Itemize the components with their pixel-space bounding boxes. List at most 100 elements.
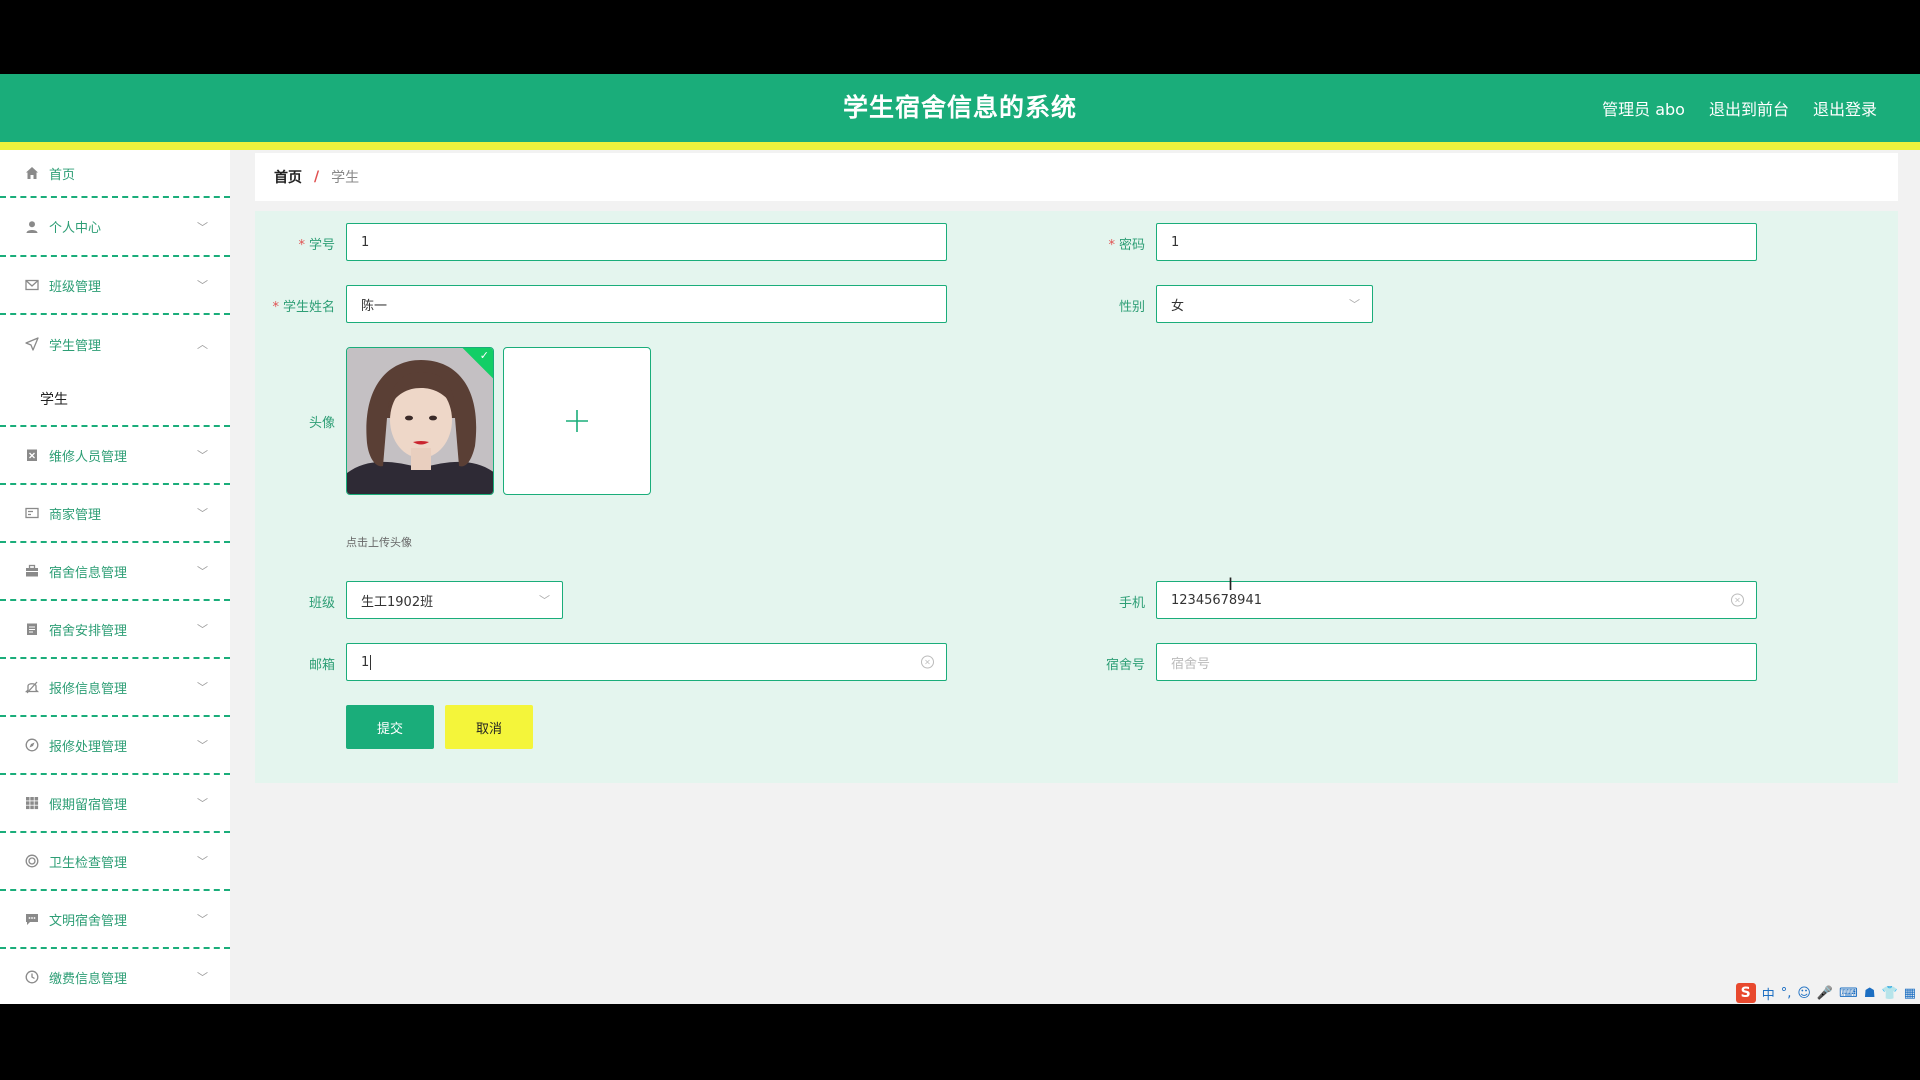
admin-label: 管理员 abo <box>1602 100 1685 119</box>
sidebar-item-maintenance-staff[interactable]: 维修人员管理 ﹀ <box>0 427 230 485</box>
sidebar-item-class[interactable]: 班级管理 ﹀ <box>0 257 230 315</box>
plus-icon <box>566 410 588 432</box>
back-to-front-link[interactable]: 退出到前台 <box>1709 96 1789 120</box>
document-icon <box>24 621 40 637</box>
sidebar-item-label: 学生管理 <box>49 338 102 354</box>
chevron-down-icon: ﹀ <box>197 681 208 694</box>
sidebar-item-label: 宿舍安排管理 <box>49 623 128 639</box>
emoji-icon[interactable]: ☺ <box>1797 986 1811 1001</box>
sidebar-item-personal-center[interactable]: 个人中心 ﹀ <box>0 198 230 257</box>
grid-icon <box>24 795 40 811</box>
sidebar-item-label: 商家管理 <box>49 507 102 523</box>
header-actions: 管理员 abo 退出到前台 退出登录 <box>1602 74 1877 142</box>
sidebar-item-label: 报修处理管理 <box>49 739 128 755</box>
microphone-icon[interactable]: 🎤 <box>1817 986 1833 1001</box>
ime-tray: S 中 °, ☺ 🎤 ⌨ ☗ 👕 ▦ <box>1732 982 1920 1004</box>
bottom-black-bar <box>0 1004 1920 1080</box>
header-accent-strip <box>0 142 1920 150</box>
top-black-bar <box>0 0 1920 74</box>
sidebar-item-repair-handling[interactable]: 报修处理管理 ﹀ <box>0 717 230 775</box>
logout-link[interactable]: 退出登录 <box>1813 96 1877 120</box>
user-icon <box>24 219 40 235</box>
chevron-down-icon: ﹀ <box>197 449 208 462</box>
sidebar-item-dorm-info[interactable]: 宿舍信息管理 ﹀ <box>0 543 230 601</box>
mail-icon <box>24 277 40 293</box>
sidebar: 首页 个人中心 ﹀ 班级管理 ﹀ 学生管理 ︿ 学生 维修人员管理 ﹀ 商家管理… <box>0 150 230 1004</box>
sidebar-item-student[interactable]: 学生管理 ︿ <box>0 315 230 373</box>
sidebar-item-label: 报修信息管理 <box>49 681 128 697</box>
class-label: 班级 <box>308 596 335 611</box>
student-id-input[interactable]: 1 <box>346 223 947 261</box>
sidebar-item-label: 缴费信息管理 <box>49 971 128 987</box>
email-label: 邮箱 <box>308 658 335 673</box>
home-icon <box>24 165 40 181</box>
avatar-upload-hint: 点击上传头像 <box>346 536 412 549</box>
breadcrumb-current: 学生 <box>331 170 360 186</box>
chevron-down-icon: ﹀ <box>197 279 208 292</box>
sidebar-item-label: 宿舍信息管理 <box>49 565 128 581</box>
briefcase-icon <box>24 563 40 579</box>
chevron-down-icon: ﹀ <box>197 913 208 926</box>
sidebar-item-civilized-dorm[interactable]: 文明宿舍管理 ﹀ <box>0 891 230 949</box>
chevron-down-icon: ﹀ <box>197 797 208 810</box>
sidebar-item-label: 维修人员管理 <box>49 449 128 465</box>
gender-select[interactable]: 女 ﹀ <box>1156 285 1373 323</box>
chevron-down-icon: ﹀ <box>197 739 208 752</box>
gender-label: 性别 <box>1118 300 1145 315</box>
sidebar-item-holiday-stay[interactable]: 假期留宿管理 ﹀ <box>0 775 230 833</box>
email-input[interactable]: 1 × <box>346 643 947 681</box>
student-id-label: * 学号 <box>298 238 335 253</box>
breadcrumb: 首页 / 学生 <box>255 153 1898 201</box>
class-select[interactable]: 生工1902班 ﹀ <box>346 581 563 619</box>
sidebar-subitem-student[interactable]: 学生 <box>0 373 230 427</box>
chevron-down-icon: ﹀ <box>197 565 208 578</box>
chevron-down-icon: ﹀ <box>197 971 208 984</box>
sidebar-item-label: 首页 <box>49 167 76 183</box>
cancel-button[interactable]: 取消 <box>445 705 533 749</box>
skin-icon[interactable]: ☗ <box>1864 986 1876 1001</box>
breadcrumb-home[interactable]: 首页 <box>274 167 302 187</box>
sidebar-item-label: 班级管理 <box>49 279 102 295</box>
card-icon <box>24 505 40 521</box>
avatar-preview[interactable]: ✓ <box>346 347 494 495</box>
submit-button[interactable]: 提交 <box>346 705 434 749</box>
chevron-down-icon: ﹀ <box>1349 298 1360 311</box>
phone-input[interactable]: 12345678941 × <box>1156 581 1757 619</box>
sidebar-item-dorm-arrangement[interactable]: 宿舍安排管理 ﹀ <box>0 601 230 659</box>
sidebar-item-home[interactable]: 首页 <box>0 150 230 198</box>
avatar-upload-button[interactable] <box>503 347 651 495</box>
password-input[interactable]: 1 <box>1156 223 1757 261</box>
chevron-down-icon: ﹀ <box>197 623 208 636</box>
menu-grid-icon[interactable]: ▦ <box>1904 986 1916 1001</box>
clear-icon[interactable]: × <box>921 655 934 669</box>
chevron-down-icon: ﹀ <box>197 855 208 868</box>
text-caret <box>370 654 372 670</box>
sogou-ime-icon[interactable]: S <box>1735 983 1756 1003</box>
password-label: * 密码 <box>1108 238 1145 253</box>
sidebar-item-payment[interactable]: 缴费信息管理 ﹀ <box>0 949 230 1004</box>
dorm-number-label: 宿舍号 <box>1105 658 1145 673</box>
clipboard-icon <box>24 447 40 463</box>
shirt-icon[interactable]: 👕 <box>1882 986 1898 1001</box>
sidebar-item-hygiene-check[interactable]: 卫生检查管理 ﹀ <box>0 833 230 891</box>
chevron-down-icon: ﹀ <box>539 594 550 607</box>
avatar-image <box>347 348 493 494</box>
clear-icon[interactable]: × <box>1731 593 1744 607</box>
target-icon <box>24 853 40 869</box>
dorm-number-input[interactable]: 宿舍号 <box>1156 643 1757 681</box>
chevron-up-icon: ︿ <box>197 338 208 351</box>
punctuation-icon[interactable]: °, <box>1781 986 1792 1001</box>
chevron-down-icon: ﹀ <box>197 507 208 520</box>
sidebar-item-repair-info[interactable]: 报修信息管理 ﹀ <box>0 659 230 717</box>
bell-icon <box>24 679 40 695</box>
sidebar-item-merchant[interactable]: 商家管理 ﹀ <box>0 485 230 543</box>
send-icon <box>24 336 40 352</box>
keyboard-icon[interactable]: ⌨ <box>1839 986 1858 1001</box>
compass-icon <box>24 737 40 753</box>
chat-icon <box>24 911 40 927</box>
sidebar-item-label: 卫生检查管理 <box>49 855 128 871</box>
chevron-down-icon: ﹀ <box>197 220 208 234</box>
phone-label: 手机 <box>1118 596 1145 611</box>
ime-mode-label[interactable]: 中 <box>1762 984 1775 1003</box>
student-name-input[interactable]: 陈一 <box>346 285 947 323</box>
